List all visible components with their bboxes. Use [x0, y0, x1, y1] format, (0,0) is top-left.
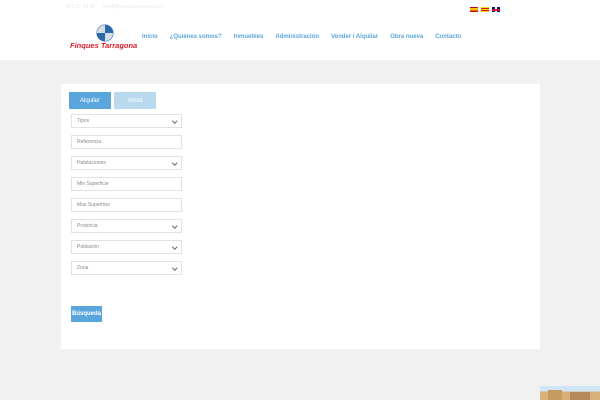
habitaciones-select-label: Habitaciones — [77, 160, 106, 166]
nav-inmuebles[interactable]: Inmuebles — [234, 34, 264, 40]
nav-vender-alquilar[interactable]: Vender / Alquilar — [331, 34, 378, 40]
logo-text: Finques Tarragona — [70, 41, 138, 50]
tipos-select-label: Tipos — [77, 118, 90, 124]
property-photo-thumbnail — [540, 386, 600, 400]
zona-select[interactable]: Zona — [71, 261, 182, 275]
building-shape — [570, 392, 590, 400]
uk-flag-icon[interactable] — [492, 7, 500, 12]
tab-venta[interactable]: Venta — [114, 92, 156, 109]
zona-select-label: Zona — [77, 265, 89, 271]
email-address[interactable]: info@finquestarragona.com — [103, 4, 165, 10]
property-search-panel: Alquiler Venta Tipos Referencia Habitaci… — [61, 84, 540, 349]
referencia-input[interactable]: Referencia — [71, 135, 182, 149]
min-superficie-input[interactable]: Min Superficie — [71, 177, 182, 191]
search-tabs: Alquiler Venta — [69, 92, 156, 109]
logo-emblem-icon — [96, 24, 114, 42]
habitaciones-select[interactable]: Habitaciones — [71, 156, 182, 170]
poblacion-select[interactable]: Población — [71, 240, 182, 254]
poblacion-select-label: Población — [77, 244, 99, 250]
site-header: Finques Tarragona Inicio ¿Quiénes somos?… — [0, 18, 600, 60]
contact-info: 977 21 98 38 info@finquestarragona.com — [66, 4, 164, 10]
max-superficie-input[interactable]: Max Superficie — [71, 198, 182, 212]
nav-inicio[interactable]: Inicio — [142, 34, 158, 40]
phone-number[interactable]: 977 21 98 38 — [66, 4, 95, 10]
top-bar: 977 21 98 38 info@finquestarragona.com — [0, 0, 600, 18]
tab-alquiler[interactable]: Alquiler — [69, 92, 111, 109]
nav-administracion[interactable]: Administración — [275, 34, 319, 40]
referencia-placeholder: Referencia — [77, 139, 102, 145]
provincia-select[interactable]: Provincia — [71, 219, 182, 233]
min-superficie-placeholder: Min Superficie — [77, 181, 109, 187]
nav-quienes-somos[interactable]: ¿Quiénes somos? — [170, 34, 222, 40]
tipos-select[interactable]: Tipos — [71, 114, 182, 128]
language-selector — [470, 7, 500, 12]
spain-flag-icon[interactable] — [470, 7, 478, 12]
nav-contacto[interactable]: Contacto — [435, 34, 461, 40]
search-button[interactable]: Búsqueda — [71, 306, 102, 322]
provincia-select-label: Provincia — [77, 223, 98, 229]
nav-obra-nueva[interactable]: Obra nueva — [390, 34, 423, 40]
max-superficie-placeholder: Max Superficie — [77, 202, 111, 208]
building-shape — [548, 390, 562, 400]
main-nav: Inicio ¿Quiénes somos? Inmuebles Adminis… — [142, 34, 461, 40]
logo[interactable]: Finques Tarragona — [70, 24, 140, 56]
catalonia-flag-icon[interactable] — [481, 7, 489, 12]
